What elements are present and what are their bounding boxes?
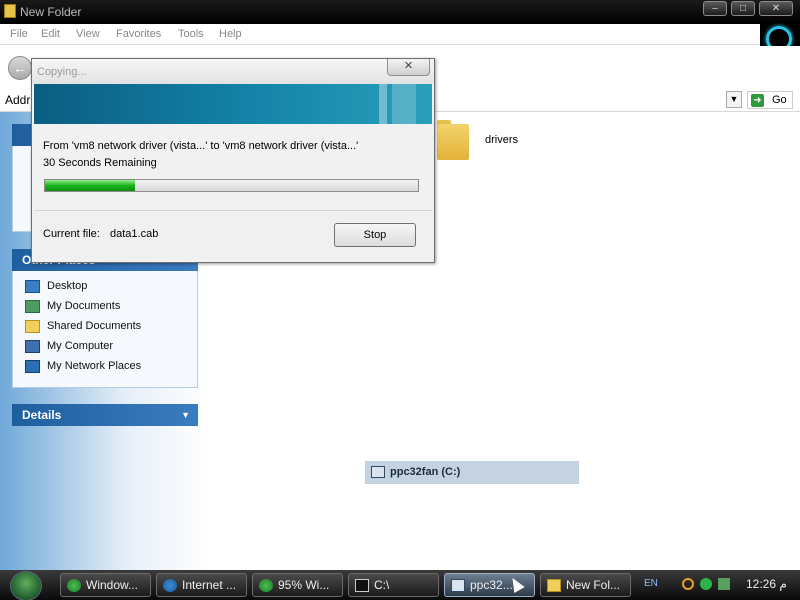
place-label: My Computer	[47, 340, 114, 352]
ie-icon	[163, 579, 177, 592]
place-my-documents[interactable]: My Documents	[13, 297, 197, 317]
drive-item[interactable]: ppc32fan (C:)	[365, 461, 579, 484]
shared-documents-icon	[25, 320, 40, 333]
ie-green-icon	[259, 579, 273, 592]
dialog-title: Copying...	[37, 66, 87, 78]
taskbar-item[interactable]: New Fol...	[540, 573, 631, 597]
place-label: My Network Places	[47, 360, 142, 372]
taskbar-item[interactable]: Internet ...	[156, 573, 247, 597]
minimize-icon[interactable]: –	[703, 1, 727, 16]
current-file-label: Current file:	[43, 228, 100, 240]
place-label: Shared Documents	[47, 320, 142, 332]
start-button[interactable]	[8, 570, 44, 600]
time-remaining: 30 Seconds Remaining	[43, 157, 157, 169]
my-computer-icon	[25, 340, 40, 353]
menu-favorites[interactable]: Favorites	[116, 28, 161, 40]
folder-icon	[4, 4, 16, 18]
my-documents-icon	[25, 300, 40, 313]
details-title: Details	[22, 408, 62, 422]
copy-progress-bar	[44, 179, 419, 192]
window-title: New Folder	[20, 5, 82, 19]
go-arrow-icon: ➜	[751, 94, 764, 107]
place-desktop[interactable]: Desktop	[13, 277, 197, 297]
taskbar-item[interactable]: C:\	[348, 573, 439, 597]
details-header[interactable]: Details ▼	[12, 404, 198, 426]
progress-fill	[45, 180, 135, 191]
place-label: Desktop	[47, 280, 88, 292]
folder-label[interactable]: drivers	[485, 134, 518, 146]
taskbar-item-label: Window...	[86, 578, 139, 592]
taskbar-item-label: C:\	[374, 578, 390, 592]
panel-details: Details ▼	[12, 404, 198, 426]
menu-view[interactable]: View	[76, 28, 100, 40]
copy-dialog: Copying... ✕ From 'vm8 network driver (v…	[31, 58, 435, 263]
current-file-name: data1.cab	[110, 228, 159, 240]
taskbar-item[interactable]: Window...	[60, 573, 151, 597]
drive-label: ppc32fan (C:)	[390, 466, 461, 478]
stop-button[interactable]: Stop	[334, 223, 416, 247]
chevron-down-icon[interactable]: ▼	[181, 410, 190, 420]
close-icon[interactable]: ✕	[759, 1, 793, 16]
drive-icon	[451, 579, 465, 592]
clock[interactable]: 12:26 م	[746, 577, 787, 591]
menu-help[interactable]: Help	[219, 28, 242, 40]
taskbar-item-label: 95% Wi...	[278, 578, 330, 592]
taskbar: Window... Internet ... 95% Wi... C:\ ppc…	[0, 570, 800, 600]
menu-edit[interactable]: Edit	[41, 28, 60, 40]
folder-icon	[547, 579, 561, 592]
cmd-icon	[355, 579, 369, 592]
address-label: Addr	[5, 93, 31, 107]
window-title-bar: New Folder – □ ✕	[0, 0, 800, 24]
place-my-network-places[interactable]: My Network Places	[13, 357, 197, 377]
language-indicator[interactable]: EN	[644, 578, 658, 589]
taskbar-item-label: Internet ...	[182, 578, 237, 592]
folder-icon[interactable]	[437, 120, 471, 162]
dialog-title-bar: Copying... ✕	[32, 59, 434, 84]
panel-other-places: Other Places Desktop My Documents Shared…	[12, 249, 198, 388]
menu-file[interactable]: File	[10, 28, 28, 40]
desktop-icon	[25, 280, 40, 293]
back-button[interactable]: ←	[8, 56, 32, 80]
copy-from-text: From 'vm8 network driver (vista...' to '…	[43, 140, 359, 152]
search-icon[interactable]	[682, 578, 694, 590]
dialog-close-icon[interactable]: ✕	[387, 59, 430, 76]
go-button[interactable]: ➜ Go	[747, 91, 793, 109]
menu-bar: File Edit View Favorites Tools Help	[0, 24, 760, 45]
network-places-icon	[25, 360, 40, 373]
volume-icon[interactable]	[718, 578, 730, 590]
ie-green-icon	[67, 579, 81, 592]
address-dropdown-icon[interactable]: ▼	[726, 91, 742, 108]
windows-brand-icon	[760, 24, 800, 52]
taskbar-item-label: New Fol...	[566, 578, 621, 592]
menu-tools[interactable]: Tools	[178, 28, 204, 40]
dialog-banner	[34, 84, 432, 124]
maximize-icon[interactable]: □	[731, 1, 755, 16]
other-places-body: Desktop My Documents Shared Documents My…	[12, 271, 198, 388]
place-shared-documents[interactable]: Shared Documents	[13, 317, 197, 337]
drive-icon	[371, 466, 385, 478]
network-icon[interactable]	[700, 578, 712, 590]
place-label: My Documents	[47, 300, 121, 312]
taskbar-item[interactable]: 95% Wi...	[252, 573, 343, 597]
place-my-computer[interactable]: My Computer	[13, 337, 197, 357]
go-label: Go	[772, 94, 787, 106]
